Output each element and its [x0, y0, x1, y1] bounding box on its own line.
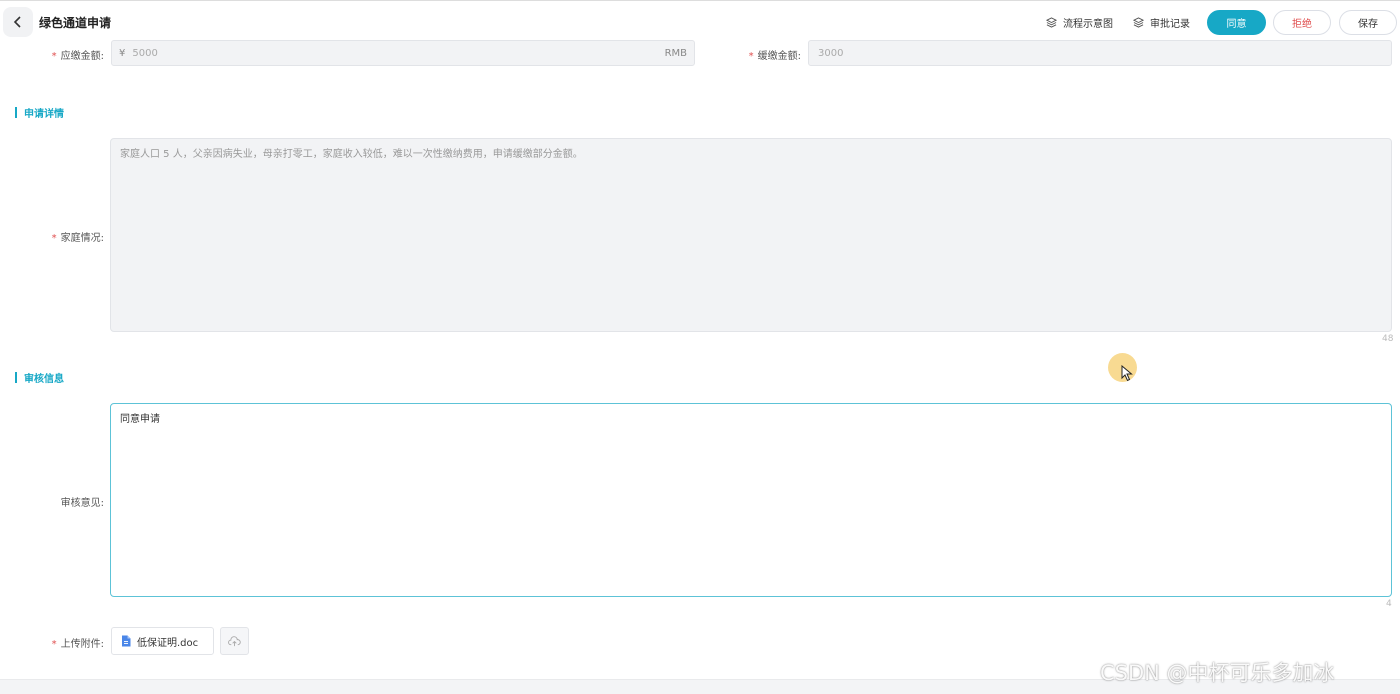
- save-button[interactable]: 保存: [1339, 10, 1397, 35]
- family-situation-textarea[interactable]: 家庭人口 5 人，父亲因病失业，母亲打零工，家庭收入较低，难以一次性缴纳费用，申…: [110, 138, 1392, 332]
- required-mark: *: [51, 639, 57, 650]
- document-icon: [122, 635, 131, 647]
- agree-button[interactable]: 同意: [1207, 10, 1266, 35]
- required-mark: *: [51, 51, 57, 62]
- approval-records-link[interactable]: 审批记录: [1133, 15, 1190, 30]
- cloud-upload-icon: [228, 635, 241, 646]
- payable-amount-input[interactable]: ¥ 5000 RMB: [111, 40, 695, 66]
- review-opinion-label: 审核意见:: [60, 498, 104, 509]
- currency-suffix: RMB: [664, 47, 687, 59]
- layers-icon: [1046, 17, 1057, 28]
- section-title-review: 审核信息: [15, 370, 64, 385]
- approval-records-label: 审批记录: [1150, 19, 1190, 30]
- flow-diagram-link[interactable]: 流程示意图: [1046, 15, 1113, 30]
- section-marker: [15, 372, 17, 383]
- flow-diagram-label: 流程示意图: [1063, 19, 1113, 30]
- attachment-label: * 上传附件:: [51, 639, 104, 650]
- family-situation-label: * 家庭情况:: [51, 233, 104, 244]
- family-char-count: 48: [1382, 334, 1394, 344]
- section-marker: [15, 107, 17, 118]
- payable-amount-label: * 应缴金额:: [51, 51, 104, 62]
- back-button[interactable]: [3, 7, 33, 37]
- currency-prefix: ¥: [119, 47, 126, 59]
- attachment-file[interactable]: 低保证明.doc: [111, 627, 214, 655]
- reject-button[interactable]: 拒绝: [1273, 10, 1331, 35]
- page-title: 绿色通道申请: [39, 16, 112, 30]
- watermark: CSDN @中杯可乐多加冰: [1100, 661, 1335, 685]
- deferred-amount-label: * 缓缴金额:: [748, 51, 801, 62]
- required-mark: *: [748, 51, 754, 62]
- section-title-details: 申请详情: [15, 105, 64, 120]
- chevron-left-icon: [13, 16, 21, 28]
- payable-amount-value: 5000: [132, 47, 158, 59]
- layers-icon: [1133, 17, 1144, 28]
- review-opinion-textarea[interactable]: 同意申请: [110, 403, 1392, 597]
- deferred-amount-input[interactable]: 3000: [808, 40, 1392, 66]
- top-bar: 绿色通道申请 流程示意图 审批记录 同意 拒绝 保存: [0, 0, 1400, 42]
- required-mark: *: [51, 233, 57, 244]
- opinion-char-count: 4: [1386, 599, 1392, 609]
- mouse-pointer-icon: [1121, 365, 1133, 382]
- deferred-amount-value: 3000: [818, 47, 844, 59]
- attachment-file-name: 低保证明.doc: [137, 637, 199, 649]
- upload-button[interactable]: [220, 627, 249, 655]
